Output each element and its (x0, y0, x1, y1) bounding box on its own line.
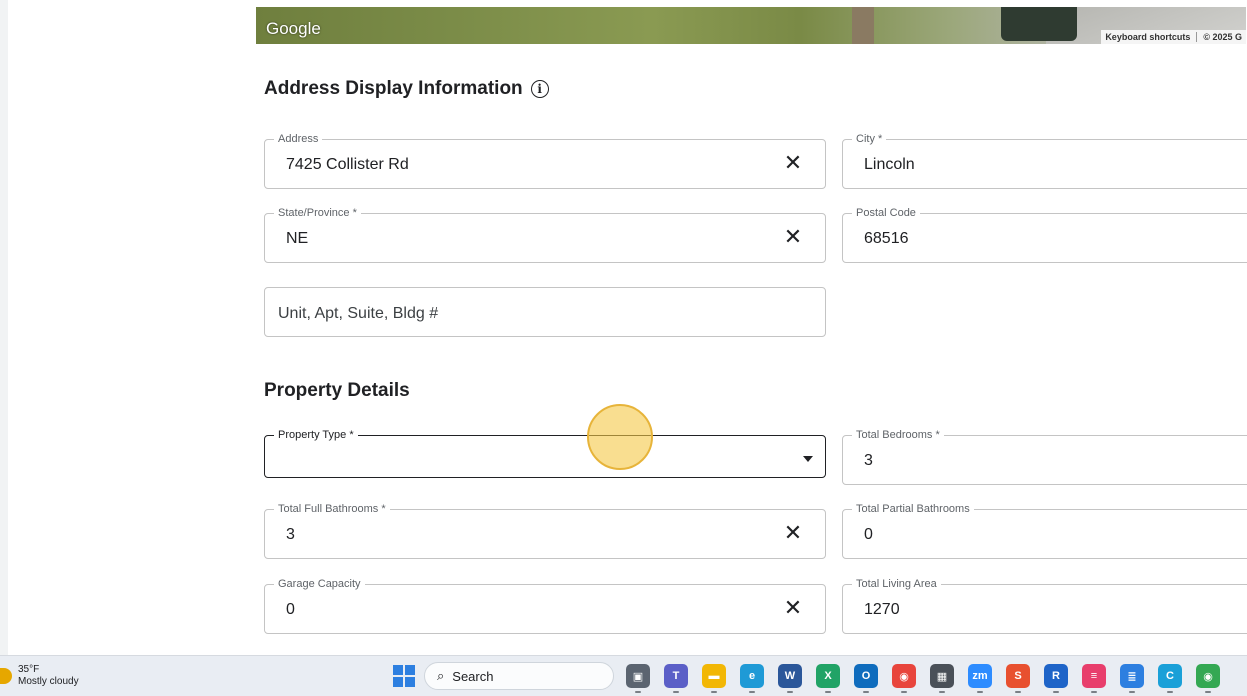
running-indicator (787, 691, 793, 693)
weather-temp: 35°F (18, 664, 40, 675)
state-field[interactable]: State/Province * NE ✕ (264, 207, 826, 263)
bedrooms-field[interactable]: Total Bedrooms * 3 (842, 429, 1247, 485)
app-r-icon[interactable]: R (1044, 664, 1068, 693)
chevron-down-icon[interactable] (803, 456, 813, 462)
address-section-title: Address Display Information i (264, 78, 549, 100)
trash-bin (1001, 7, 1077, 41)
garage-capacity-label: Garage Capacity (274, 578, 365, 591)
property-type-label: Property Type * (274, 429, 358, 442)
copyright-text: © 2025 G (1203, 32, 1242, 42)
excel-icon[interactable]: X (816, 664, 840, 693)
windows-logo-pane (393, 677, 403, 687)
windows-logo-pane (405, 677, 415, 687)
state-value[interactable]: NE (286, 230, 308, 248)
search-label: Search (452, 668, 494, 684)
app-pink-icon[interactable]: ≡ (1082, 664, 1106, 693)
clear-icon[interactable]: ✕ (783, 597, 803, 619)
address-field[interactable]: Address 7425 Collister Rd ✕ (264, 133, 826, 189)
weather-widget[interactable]: 35°F Mostly cloudy (0, 664, 79, 688)
tree-trunk (852, 7, 874, 44)
state-label: State/Province * (274, 207, 361, 220)
file-explorer-icon[interactable]: ▬ (702, 664, 726, 693)
weather-text: 35°F Mostly cloudy (18, 664, 79, 688)
city-field[interactable]: City * Lincoln (842, 133, 1247, 189)
address-label: Address (274, 133, 323, 146)
address-value[interactable]: 7425 Collister Rd (286, 156, 409, 174)
app-c-icon[interactable]: C (1158, 664, 1182, 693)
running-indicator (635, 691, 641, 693)
running-indicator (749, 691, 755, 693)
running-indicator (1205, 691, 1211, 693)
app-s-icon[interactable]: S (1006, 664, 1030, 693)
full-bathrooms-label: Total Full Bathrooms * (274, 503, 390, 516)
running-indicator (977, 691, 983, 693)
taskbar: 35°F Mostly cloudy ⌕ Search ▣ T ▬ e W X O ◉ ▦ zm S… (0, 655, 1247, 696)
living-area-label: Total Living Area (852, 578, 941, 591)
teams-icon[interactable]: T (664, 664, 688, 693)
zoom-icon[interactable]: zm (968, 664, 992, 693)
full-bathrooms-field[interactable]: Total Full Bathrooms * 3 ✕ (264, 503, 826, 559)
running-indicator (1167, 691, 1173, 693)
sun-icon (0, 668, 12, 684)
running-indicator (939, 691, 945, 693)
city-value[interactable]: Lincoln (864, 156, 915, 174)
partial-bathrooms-label: Total Partial Bathrooms (852, 503, 974, 516)
running-indicator (1129, 691, 1135, 693)
clear-icon[interactable]: ✕ (783, 226, 803, 248)
street-view-image[interactable]: Google Keyboard shortcuts © 2025 G (256, 7, 1246, 44)
google-logo: Google (266, 19, 321, 38)
running-indicator (1015, 691, 1021, 693)
clear-icon[interactable]: ✕ (783, 152, 803, 174)
full-bathrooms-value[interactable]: 3 (286, 526, 295, 544)
keyboard-shortcuts-link[interactable]: Keyboard shortcuts (1105, 32, 1190, 42)
windows-logo-pane (393, 665, 403, 675)
city-label: City * (852, 133, 887, 146)
postal-code-label: Postal Code (852, 207, 920, 220)
bedrooms-label: Total Bedrooms * (852, 429, 944, 442)
bedrooms-value[interactable]: 3 (864, 452, 873, 470)
running-indicator (711, 691, 717, 693)
living-area-value[interactable]: 1270 (864, 601, 900, 619)
taskbar-search[interactable]: ⌕ Search (424, 662, 614, 690)
unit-field[interactable]: Unit, Apt, Suite, Bldg # (264, 287, 826, 337)
search-icon: ⌕ (437, 668, 445, 683)
task-view-icon[interactable]: ▣ (626, 664, 650, 693)
weather-desc: Mostly cloudy (18, 676, 79, 687)
unit-placeholder[interactable]: Unit, Apt, Suite, Bldg # (278, 305, 438, 323)
taskbar-apps: ⌕ Search ▣ T ▬ e W X O ◉ ▦ zm S R ≡ ≣ C ◉ (392, 662, 1220, 693)
running-indicator (1053, 691, 1059, 693)
attribution-divider (1196, 32, 1198, 42)
address-section-heading: Address Display Information (264, 78, 523, 99)
edge-icon[interactable]: e (740, 664, 764, 693)
outlook-icon[interactable]: O (854, 664, 878, 693)
property-section-heading: Property Details (264, 380, 410, 401)
garage-capacity-field[interactable]: Garage Capacity 0 ✕ (264, 578, 826, 634)
chrome-icon[interactable]: ◉ (892, 664, 916, 693)
map-attribution: Keyboard shortcuts © 2025 G (1101, 30, 1246, 44)
running-indicator (863, 691, 869, 693)
windows-logo-pane (405, 665, 415, 675)
running-indicator (901, 691, 907, 693)
partial-bathrooms-field[interactable]: Total Partial Bathrooms 0 (842, 503, 1247, 559)
running-indicator (825, 691, 831, 693)
clear-icon[interactable]: ✕ (783, 522, 803, 544)
partial-bathrooms-value[interactable]: 0 (864, 526, 873, 544)
running-indicator (1091, 691, 1097, 693)
pinned-apps: ▣ T ▬ e W X O ◉ ▦ zm S R ≡ ≣ C ◉ (626, 664, 1220, 693)
running-indicator (673, 691, 679, 693)
chrome-2-icon[interactable]: ◉ (1196, 664, 1220, 693)
garage-capacity-value[interactable]: 0 (286, 601, 295, 619)
click-highlight (587, 404, 653, 470)
app-doc-icon[interactable]: ≣ (1120, 664, 1144, 693)
living-area-field[interactable]: Total Living Area 1270 (842, 578, 1247, 634)
calculator-icon[interactable]: ▦ (930, 664, 954, 693)
postal-code-value[interactable]: 68516 (864, 230, 909, 248)
property-type-select[interactable]: Property Type * (264, 429, 826, 478)
postal-code-field[interactable]: Postal Code 68516 (842, 207, 1247, 263)
word-icon[interactable]: W (778, 664, 802, 693)
windows-start-icon[interactable] (392, 664, 416, 688)
info-icon[interactable]: i (530, 80, 549, 98)
property-section-title: Property Details (264, 380, 410, 402)
